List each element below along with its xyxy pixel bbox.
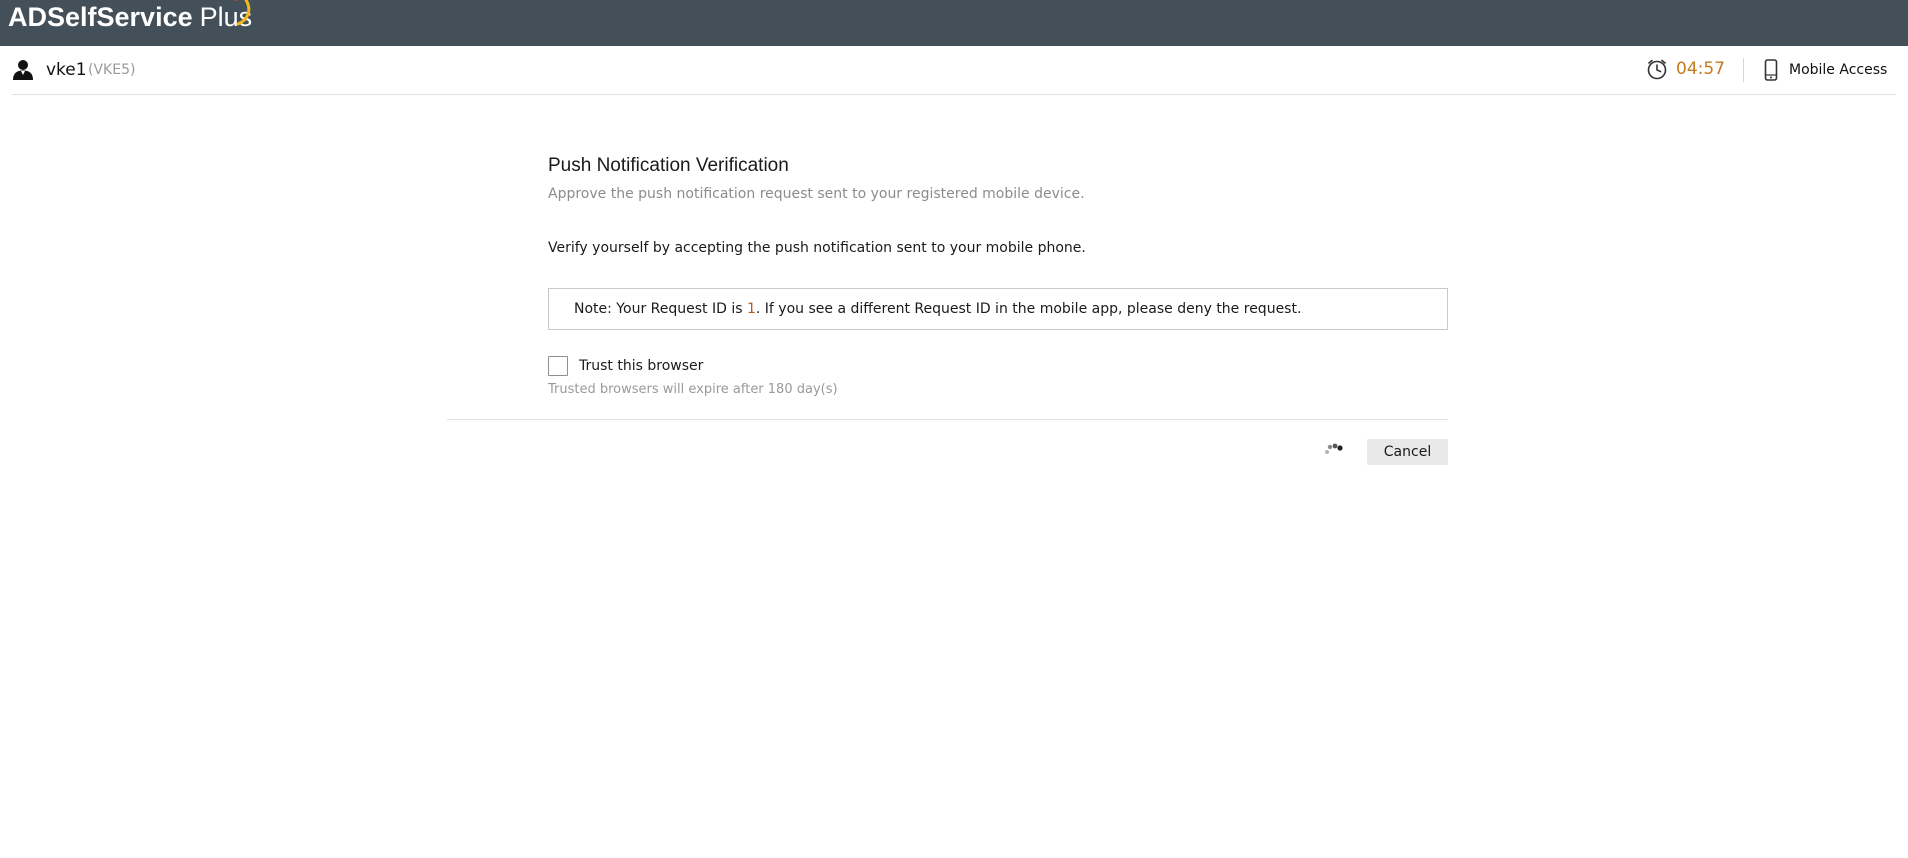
clock-icon [1647, 59, 1667, 80]
note-suffix: . If you see a different Request ID in t… [755, 301, 1302, 317]
top-header-bar: ADSelfService Plus [0, 0, 1908, 46]
mobile-access-label: Mobile Access [1789, 62, 1888, 78]
loading-spinner-icon [1325, 443, 1343, 454]
header-divider [1743, 58, 1744, 82]
trust-browser-hint: Trusted browsers will expire after 180 d… [548, 382, 838, 397]
logo-brand-text: ADSelfService [8, 2, 193, 32]
user-icon [13, 60, 33, 80]
mobile-phone-icon [1764, 59, 1778, 81]
timer-value: 04:57 [1676, 59, 1725, 79]
trust-browser-row[interactable]: Trust this browser [548, 356, 703, 376]
cancel-button[interactable]: Cancel [1367, 439, 1448, 465]
trust-browser-checkbox[interactable] [548, 356, 568, 376]
user-id: (VKE5) [88, 62, 136, 78]
request-id-value: 1 [746, 301, 756, 317]
request-id-note: Note: Your Request ID is 1. If you see a… [548, 288, 1448, 330]
footer-divider [447, 419, 1448, 420]
page-subtitle: Approve the push notification request se… [548, 186, 1085, 202]
note-prefix: Note: Your Request ID is [574, 301, 747, 317]
page-title: Push Notification Verification [548, 155, 789, 176]
username: vke1 [46, 60, 87, 80]
verification-instruction: Verify yourself by accepting the push no… [548, 240, 1086, 256]
mobile-access-link[interactable]: Mobile Access [1764, 58, 1887, 82]
logo-swoosh-icon [235, 0, 251, 26]
session-timer: 04:57 [1646, 57, 1725, 81]
user-info-bar: vke1 (VKE5) 04:57 Mobile Access [12, 46, 1896, 95]
trust-browser-label[interactable]: Trust this browser [579, 358, 703, 374]
app-logo: ADSelfService Plus [8, 2, 252, 32]
